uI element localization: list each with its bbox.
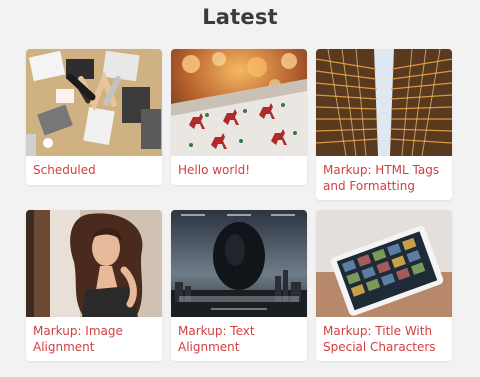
post-card-html-tags[interactable]: Markup: HTML Tags and Formatting [316, 49, 452, 200]
post-title[interactable]: Markup: Image Alignment [26, 317, 162, 355]
latest-posts-page: Latest Scheduled Hello world! Markup: HT… [0, 0, 480, 377]
post-title[interactable]: Hello world! [171, 156, 307, 178]
post-card-hello-world[interactable]: Hello world! [171, 49, 307, 185]
post-card-text-alignment[interactable]: Markup: Text Alignment [171, 210, 307, 361]
christmas-reindeer-photo[interactable] [171, 49, 307, 156]
office-desk-photo[interactable] [26, 49, 162, 156]
section-title: Latest [202, 5, 278, 29]
post-grid: Scheduled Hello world! Markup: HTML Tags… [26, 49, 452, 361]
post-title[interactable]: Markup: Text Alignment [171, 317, 307, 355]
glass-buildings-photo[interactable] [316, 49, 452, 156]
woman-portrait-photo[interactable] [26, 210, 162, 317]
post-card-special-characters[interactable]: Markup: Title With Special Characters [316, 210, 452, 361]
post-card-scheduled[interactable]: Scheduled [26, 49, 162, 185]
arrival-poster-photo[interactable] [171, 210, 307, 317]
post-title[interactable]: Markup: HTML Tags and Formatting [316, 156, 452, 194]
tablet-photo[interactable] [316, 210, 452, 317]
post-title[interactable]: Markup: Title With Special Characters [316, 317, 452, 355]
post-card-image-alignment[interactable]: Markup: Image Alignment [26, 210, 162, 361]
post-title[interactable]: Scheduled [26, 156, 162, 178]
